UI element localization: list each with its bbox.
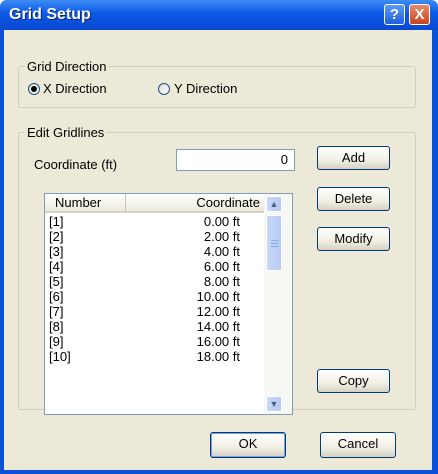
list-item[interactable]: [10] 18.00 ft bbox=[45, 349, 265, 364]
gridline-number: [7] bbox=[49, 304, 64, 319]
coordinate-label: Coordinate (ft) bbox=[34, 157, 118, 172]
list-item[interactable]: [3] 4.00 ft bbox=[45, 244, 265, 259]
gridline-coordinate: 6.00 ft bbox=[203, 259, 240, 274]
ok-button[interactable]: OK bbox=[210, 432, 286, 458]
y-direction-radio[interactable] bbox=[158, 83, 170, 95]
number-column-header[interactable]: Number bbox=[45, 194, 126, 213]
gridline-number: [1] bbox=[49, 214, 64, 229]
gridlines-list[interactable]: Number Coordinate [1] 0.00 ft [2] 2.00 ft [3… bbox=[44, 193, 293, 415]
coordinate-input[interactable]: 0 bbox=[176, 149, 295, 171]
gridline-number: [6] bbox=[49, 289, 64, 304]
list-item[interactable]: [1] 0.00 ft bbox=[45, 214, 265, 229]
scroll-down-icon[interactable]: ▼ bbox=[266, 396, 282, 412]
grid-setup-dialog: Grid Setup ? X Grid Direction X Directio… bbox=[0, 0, 438, 474]
gridline-number: [10] bbox=[49, 349, 71, 364]
gridline-number: [9] bbox=[49, 334, 64, 349]
gridline-coordinate: 12.00 ft bbox=[196, 304, 240, 319]
gridline-coordinate: 8.00 ft bbox=[203, 274, 240, 289]
cancel-button[interactable]: Cancel bbox=[320, 432, 396, 458]
modify-button[interactable]: Modify bbox=[317, 227, 390, 251]
gridline-coordinate: 10.00 ft bbox=[196, 289, 240, 304]
list-item[interactable]: [7] 12.00 ft bbox=[45, 304, 265, 319]
gridline-coordinate: 2.00 ft bbox=[203, 229, 240, 244]
delete-button[interactable]: Delete bbox=[317, 187, 390, 211]
gridline-coordinate: 14.00 ft bbox=[196, 319, 240, 334]
list-item[interactable]: [5] 8.00 ft bbox=[45, 274, 265, 289]
grid-direction-legend: Grid Direction bbox=[25, 59, 109, 74]
x-direction-radio[interactable] bbox=[28, 83, 40, 95]
gridline-number: [2] bbox=[49, 229, 64, 244]
add-button[interactable]: Add bbox=[317, 146, 390, 170]
copy-button[interactable]: Copy bbox=[317, 369, 390, 393]
gridline-coordinate: 18.00 ft bbox=[196, 349, 240, 364]
x-direction-label[interactable]: X Direction bbox=[43, 81, 107, 96]
gridline-coordinate: 16.00 ft bbox=[196, 334, 240, 349]
list-item[interactable]: [9] 16.00 ft bbox=[45, 334, 265, 349]
y-direction-label[interactable]: Y Direction bbox=[174, 81, 237, 96]
gridline-number: [5] bbox=[49, 274, 64, 289]
gridline-number: [3] bbox=[49, 244, 64, 259]
dialog-body: Grid Direction X Direction Y Direction E… bbox=[4, 30, 432, 470]
title-bar[interactable]: Grid Setup ? X bbox=[0, 0, 438, 30]
list-item[interactable]: [2] 2.00 ft bbox=[45, 229, 265, 244]
gridline-number: [4] bbox=[49, 259, 64, 274]
window-title: Grid Setup bbox=[9, 6, 91, 23]
gridline-number: [8] bbox=[49, 319, 64, 334]
coordinate-column-header[interactable]: Coordinate bbox=[126, 194, 264, 213]
help-button[interactable]: ? bbox=[384, 4, 405, 25]
gridline-coordinate: 4.00 ft bbox=[203, 244, 240, 259]
list-item[interactable]: [8] 14.00 ft bbox=[45, 319, 265, 334]
gridlines-rows: [1] 0.00 ft [2] 2.00 ft [3] 4.00 ft [4] 6.00 ft… bbox=[45, 214, 265, 364]
scroll-up-icon[interactable]: ▲ bbox=[266, 196, 282, 212]
list-scrollbar[interactable]: ▲ ▼ bbox=[264, 194, 292, 414]
close-button[interactable]: X bbox=[409, 4, 430, 25]
scroll-thumb[interactable] bbox=[266, 215, 282, 271]
gridline-coordinate: 0.00 ft bbox=[203, 214, 240, 229]
list-item[interactable]: [6] 10.00 ft bbox=[45, 289, 265, 304]
edit-gridlines-legend: Edit Gridlines bbox=[25, 125, 107, 140]
list-item[interactable]: [4] 6.00 ft bbox=[45, 259, 265, 274]
